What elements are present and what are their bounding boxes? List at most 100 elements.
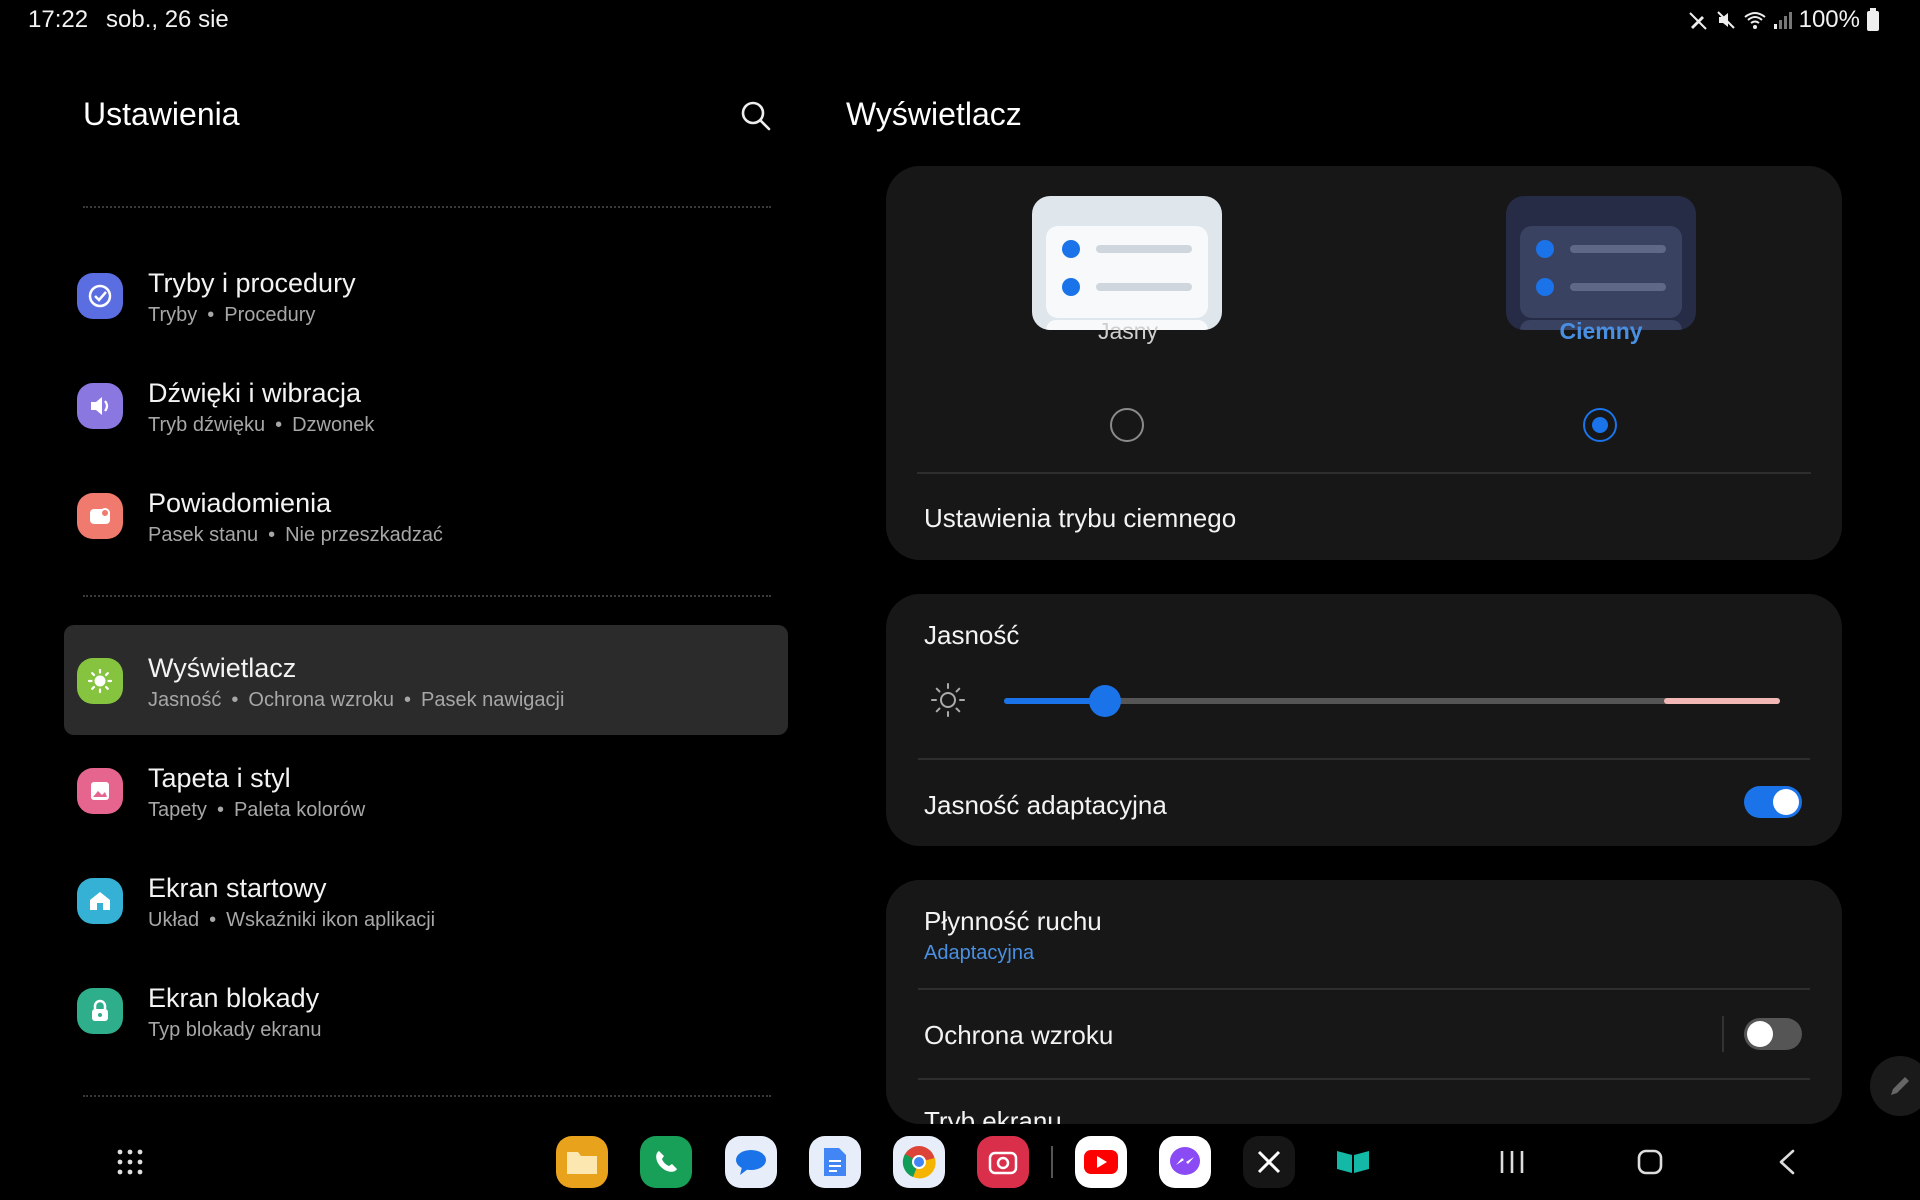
pen-off-icon — [1687, 9, 1709, 31]
navigation-bar — [0, 1130, 1920, 1200]
divider — [1051, 1146, 1053, 1178]
sun-icon — [77, 658, 123, 704]
subtitle-part: Dzwonek — [292, 414, 375, 436]
separator-dot: • — [275, 414, 283, 436]
grid-icon — [117, 1149, 143, 1175]
display-title: Wyświetlacz — [846, 96, 1022, 132]
recents-icon — [1500, 1151, 1524, 1173]
sidebar-item-sun[interactable]: Wyświetlacz Jasność • Ochrona wzroku • Pasek … — [64, 625, 788, 735]
phone-icon[interactable] — [640, 1136, 692, 1188]
docs-icon[interactable] — [809, 1136, 861, 1188]
wifi-icon — [1743, 9, 1767, 31]
divider — [918, 758, 1810, 760]
status-bar: 17:22 sob., 26 sie 100% — [0, 0, 1920, 40]
recents-button[interactable] — [1497, 1148, 1527, 1181]
subtitle-part: Tryb dźwięku — [148, 414, 266, 436]
sidebar-item-title: Ekran blokady — [148, 983, 320, 1013]
status-date: sob., 26 sie — [106, 6, 229, 33]
settings-title: Ustawienia — [83, 96, 240, 132]
status-icons: 100% — [1687, 6, 1880, 34]
battery-text: 100% — [1798, 6, 1860, 33]
adaptive-brightness-toggle[interactable] — [1744, 786, 1802, 818]
divider — [83, 206, 771, 208]
slider-knob[interactable] — [1088, 685, 1121, 717]
status-time: 17:22 — [28, 6, 89, 33]
adaptive-brightness-label: Jasność adaptacyjna — [924, 790, 1167, 820]
divider — [83, 1095, 771, 1097]
check-circle-icon — [77, 273, 123, 319]
subtitle-part: Tapety — [148, 799, 207, 821]
battery-icon — [1866, 8, 1880, 32]
pencil-icon — [1891, 1077, 1909, 1095]
separator-dot: • — [231, 689, 239, 711]
subtitle-part: Paleta kolorów — [233, 799, 366, 821]
sidebar-item-title: Tryby i procedury — [148, 268, 356, 298]
youtube-icon[interactable] — [1075, 1136, 1127, 1188]
sidebar-item-home[interactable]: Ekran startowy Układ • Wskaźniki ikon aplik… — [64, 845, 788, 955]
separator-dot: • — [216, 799, 224, 821]
sidebar-item-picture[interactable]: Tapeta i styl Tapety • Paleta kolorów — [64, 735, 788, 845]
screen-mode-label[interactable]: Tryb ekranu — [924, 1106, 1062, 1124]
mute-icon — [1715, 9, 1737, 31]
home-button[interactable] — [1636, 1148, 1664, 1181]
sidebar-item-subtitle: Układ • Wskaźniki ikon aplikacji — [148, 909, 435, 932]
light-theme-radio[interactable] — [1110, 408, 1144, 442]
subtitle-part: Procedury — [224, 304, 316, 326]
dark-theme-preview[interactable] — [1506, 196, 1696, 330]
divider — [83, 595, 771, 597]
sidebar-item-subtitle: Tryby • Procedury — [148, 304, 315, 327]
subtitle-part: Jasność — [148, 689, 222, 711]
sun-icon — [930, 682, 966, 723]
signal-icon — [1773, 9, 1793, 31]
subtitle-part: Pasek nawigacji — [421, 689, 565, 711]
separator-dot: • — [207, 304, 215, 326]
light-theme-preview[interactable] — [1032, 196, 1222, 330]
divider — [917, 472, 1811, 474]
sidebar-item-title: Dźwięki i wibracja — [148, 378, 362, 408]
search-button[interactable] — [736, 96, 776, 136]
sidebar-item-check-circle[interactable]: Tryby i procedury Tryby • Procedury — [64, 240, 788, 350]
subtitle-part: Ochrona wzroku — [248, 689, 395, 711]
motion-smoothness-label[interactable]: Płynność ruchu — [924, 906, 1102, 937]
dark-theme-label: Ciemny — [1559, 318, 1643, 344]
sidebar-item-title: Powiadomienia — [148, 488, 332, 518]
app-drawer-button[interactable] — [116, 1148, 144, 1181]
dark-theme-radio[interactable] — [1583, 408, 1617, 442]
dark-mode-settings[interactable]: Ustawienia trybu ciemnego — [924, 503, 1236, 534]
light-theme-label: Jasny — [1097, 318, 1159, 344]
sidebar-item-notification[interactable]: Powiadomienia Pasek stanu • Nie przeszkadza… — [64, 460, 788, 570]
camera-icon[interactable] — [977, 1136, 1029, 1188]
edit-button[interactable] — [1870, 1056, 1920, 1116]
brightness-slider[interactable] — [1004, 684, 1780, 717]
eye-comfort-toggle[interactable] — [1744, 1018, 1802, 1050]
eye-comfort-label[interactable]: Ochrona wzroku — [924, 1020, 1113, 1051]
messages-icon[interactable] — [725, 1136, 777, 1188]
display-options-card: Płynność ruchu Adaptacyjna Ochrona wzrok… — [886, 880, 1842, 1124]
brightness-label: Jasność — [924, 620, 1020, 650]
files-icon[interactable] — [556, 1136, 608, 1188]
divider — [1722, 1016, 1724, 1052]
sidebar-item-speaker[interactable]: Dźwięki i wibracja Tryb dźwięku • Dzwonek — [64, 350, 788, 460]
subtitle-part: Tryby — [148, 304, 198, 326]
subtitle-part: Wskaźniki ikon aplikacji — [226, 909, 436, 931]
sidebar-item-lock[interactable]: Ekran blokady Typ blokady ekranu — [64, 955, 788, 1065]
sidebar-item-title: Tapeta i styl — [148, 763, 291, 793]
back-icon — [1779, 1149, 1795, 1175]
motion-smoothness-value: Adaptacyjna — [924, 942, 1035, 964]
divider — [918, 988, 1810, 990]
lock-icon — [77, 988, 123, 1034]
theme-card — [886, 166, 1842, 560]
reader-icon[interactable] — [1327, 1136, 1379, 1188]
back-button[interactable] — [1776, 1148, 1798, 1181]
divider — [918, 1078, 1810, 1080]
messenger-icon[interactable] — [1159, 1136, 1211, 1188]
home-icon — [77, 878, 123, 924]
sidebar-item-subtitle: Jasność • Ochrona wzroku • Pasek nawigacji — [148, 689, 564, 712]
chrome-icon[interactable] — [893, 1136, 945, 1188]
sidebar-item-subtitle: Pasek stanu • Nie przeszkadzać — [148, 524, 443, 547]
speaker-icon — [77, 383, 123, 429]
subtitle-part: Typ blokady ekranu — [148, 1019, 322, 1041]
x-icon[interactable] — [1243, 1136, 1295, 1188]
home-nav-icon — [1637, 1149, 1663, 1175]
separator-dot: • — [404, 689, 412, 711]
